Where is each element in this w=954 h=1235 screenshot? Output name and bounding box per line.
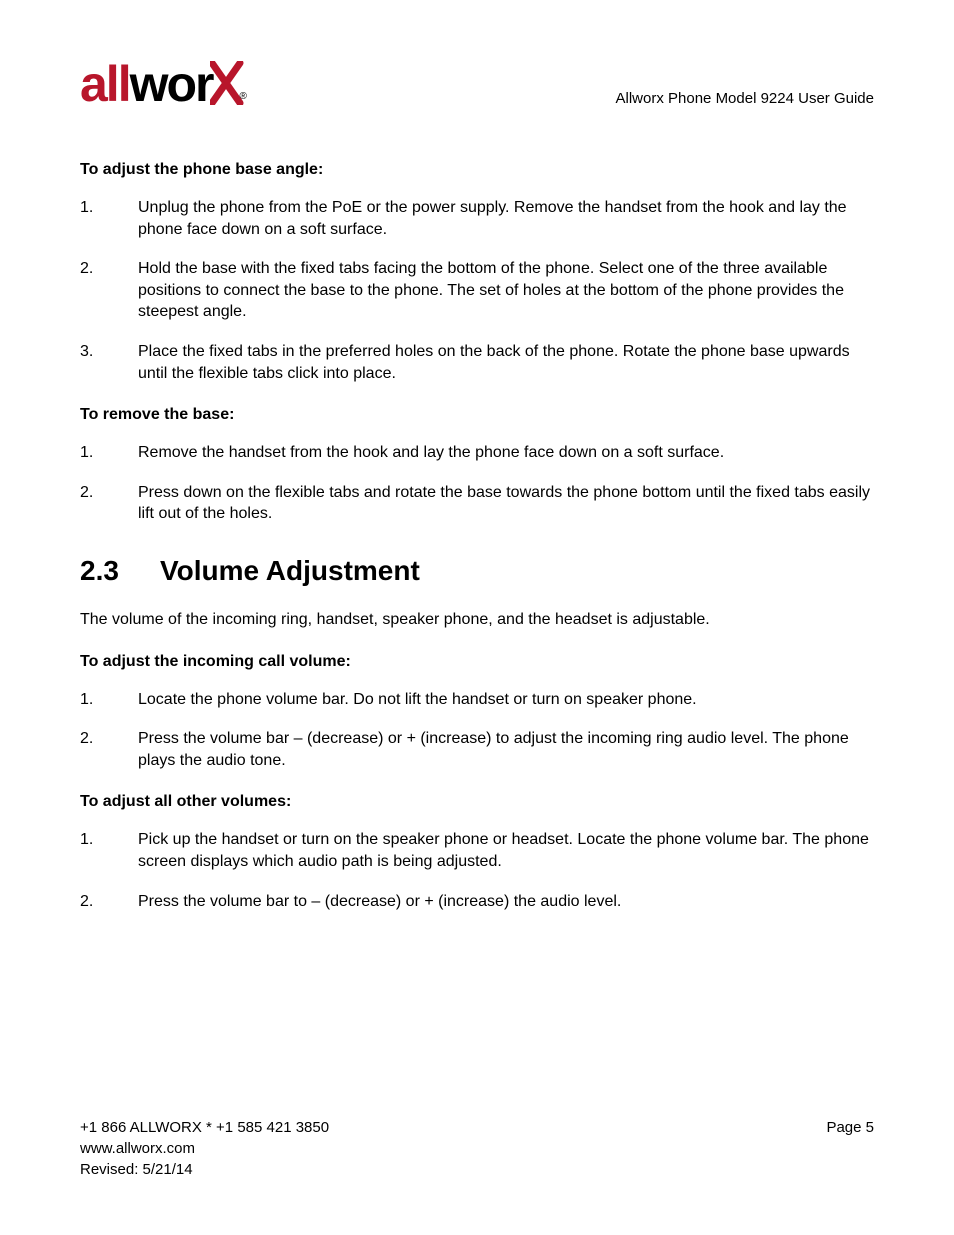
subheading-other-volumes: To adjust all other volumes:	[80, 793, 874, 811]
section-heading: 2.3Volume Adjustment	[80, 555, 874, 587]
item-text: Hold the base with the fixed tabs facing…	[138, 258, 874, 323]
list-item: 1.Remove the handset from the hook and l…	[80, 442, 874, 464]
item-text: Press down on the flexible tabs and rota…	[138, 482, 874, 525]
item-number: 2.	[80, 258, 138, 323]
list-item: 2.Press down on the flexible tabs and ro…	[80, 482, 874, 525]
item-text: Remove the handset from the hook and lay…	[138, 442, 874, 464]
list-adjust-base: 1.Unplug the phone from the PoE or the p…	[80, 197, 874, 384]
subheading-remove-base: To remove the base:	[80, 406, 874, 424]
logo-text-all: all	[80, 55, 130, 113]
list-item: 3.Place the fixed tabs in the preferred …	[80, 341, 874, 384]
subheading-adjust-base: To adjust the phone base angle:	[80, 161, 874, 179]
list-item: 1.Pick up the handset or turn on the spe…	[80, 829, 874, 872]
item-number: 3.	[80, 341, 138, 384]
page-footer: +1 866 ALLWORX * +1 585 421 3850 Page 5 …	[80, 1117, 874, 1180]
logo-x-icon	[210, 63, 238, 101]
page-header: allwor ® Allworx Phone Model 9224 User Gu…	[80, 55, 874, 113]
intro-paragraph: The volume of the incoming ring, handset…	[80, 609, 874, 631]
list-remove-base: 1.Remove the handset from the hook and l…	[80, 442, 874, 525]
item-text: Press the volume bar to – (decrease) or …	[138, 891, 874, 913]
footer-page-number: Page 5	[826, 1117, 874, 1138]
item-text: Pick up the handset or turn on the speak…	[138, 829, 874, 872]
document-title: Allworx Phone Model 9224 User Guide	[616, 90, 874, 113]
logo: allwor ®	[80, 55, 245, 113]
list-incoming-volume: 1.Locate the phone volume bar. Do not li…	[80, 689, 874, 772]
list-item: 2.Press the volume bar to – (decrease) o…	[80, 891, 874, 913]
item-number: 1.	[80, 689, 138, 711]
list-item: 2.Press the volume bar – (decrease) or +…	[80, 728, 874, 771]
item-number: 1.	[80, 829, 138, 872]
item-text: Press the volume bar – (decrease) or + (…	[138, 728, 874, 771]
list-item: 2.Hold the base with the fixed tabs faci…	[80, 258, 874, 323]
section-title: Volume Adjustment	[160, 555, 420, 586]
item-number: 1.	[80, 197, 138, 240]
item-number: 2.	[80, 891, 138, 913]
item-text: Place the fixed tabs in the preferred ho…	[138, 341, 874, 384]
registered-mark: ®	[240, 91, 247, 102]
item-text: Unplug the phone from the PoE or the pow…	[138, 197, 874, 240]
item-number: 2.	[80, 728, 138, 771]
footer-url: www.allworx.com	[80, 1138, 874, 1159]
section-number: 2.3	[80, 555, 160, 587]
item-number: 1.	[80, 442, 138, 464]
footer-revised: Revised: 5/21/14	[80, 1159, 874, 1180]
item-text: Locate the phone volume bar. Do not lift…	[138, 689, 874, 711]
list-item: 1.Unplug the phone from the PoE or the p…	[80, 197, 874, 240]
list-other-volumes: 1.Pick up the handset or turn on the spe…	[80, 829, 874, 912]
list-item: 1.Locate the phone volume bar. Do not li…	[80, 689, 874, 711]
footer-contact: +1 866 ALLWORX * +1 585 421 3850	[80, 1117, 329, 1138]
item-number: 2.	[80, 482, 138, 525]
subheading-incoming-volume: To adjust the incoming call volume:	[80, 653, 874, 671]
logo-text-wor: wor	[130, 55, 213, 113]
